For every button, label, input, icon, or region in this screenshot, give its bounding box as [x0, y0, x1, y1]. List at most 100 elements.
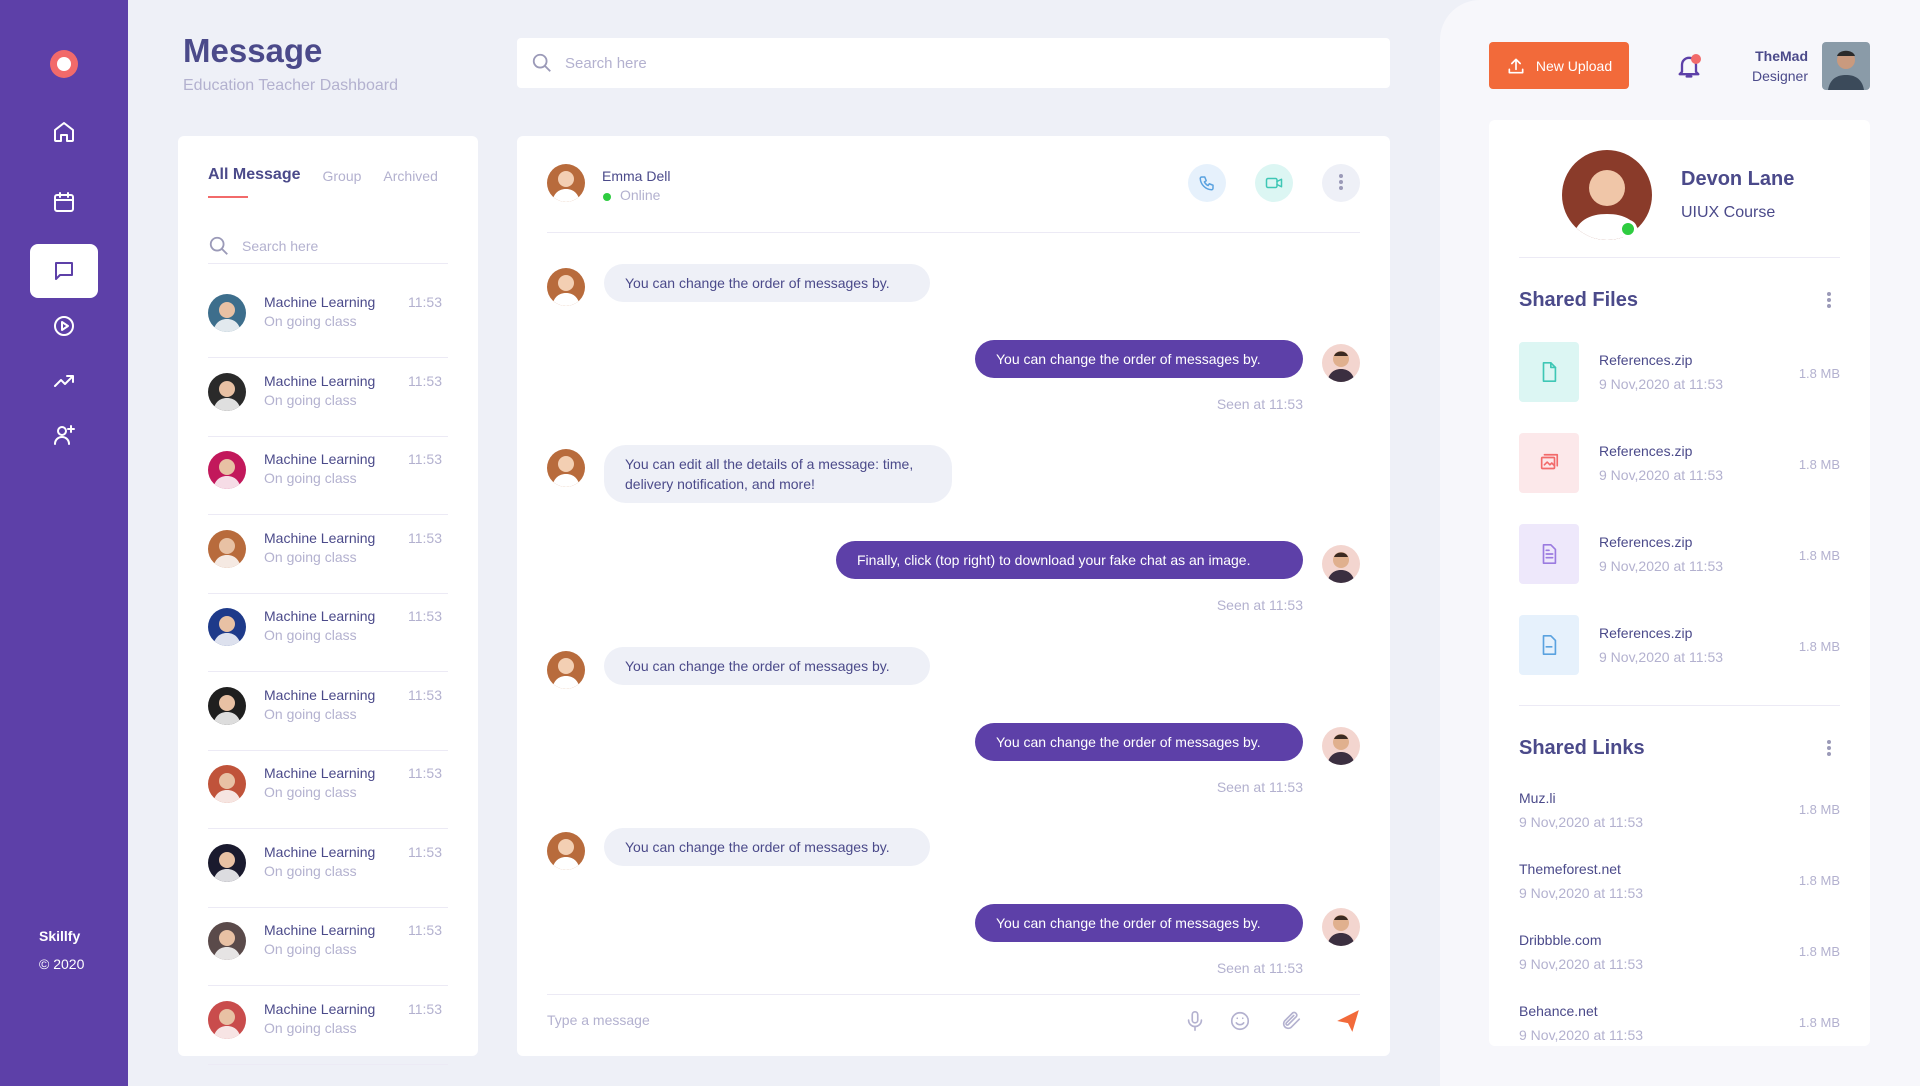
conversation-list: All Message Group Archived Machine Learn… — [178, 136, 478, 1065]
profile-course: UIUX Course — [1681, 204, 1776, 221]
conversation-item[interactable]: Machine Learning On going class 11:53 — [208, 673, 448, 751]
notification-button[interactable] — [1675, 52, 1703, 80]
conversation-item[interactable]: Machine Learning On going class 11:53 — [208, 437, 448, 515]
conversation-time: 11:53 — [408, 451, 442, 467]
tab-group[interactable]: Group — [322, 168, 361, 184]
shared-file-item[interactable]: References.zip 9 Nov,2020 at 11:53 1.8 MB — [1519, 524, 1840, 584]
incoming-message: You can edit all the details of a messag… — [604, 445, 952, 503]
top-search-bar[interactable] — [517, 38, 1390, 88]
shared-link-item[interactable]: Muz.li 9 Nov,2020 at 11:53 1.8 MB — [1519, 790, 1840, 840]
microphone-button[interactable] — [1184, 1010, 1206, 1032]
outgoing-message: You can change the order of messages by. — [975, 904, 1303, 942]
copyright: © 2020 — [39, 956, 85, 972]
nav-message[interactable] — [30, 244, 98, 298]
user-role: Designer — [1751, 68, 1808, 84]
conversation-avatar — [208, 294, 246, 332]
send-button[interactable] — [1335, 1008, 1361, 1034]
conversation-status: On going class — [264, 1019, 357, 1036]
conversation-avatar — [208, 922, 246, 960]
shared-links-more-icon[interactable] — [1826, 738, 1832, 760]
conversation-time: 11:53 — [408, 686, 442, 703]
page-subtitle: Education Teacher Dashboard — [183, 77, 398, 94]
seen-timestamp: Seen at 11:53 — [1216, 396, 1303, 412]
shared-link-item[interactable]: Themeforest.net 9 Nov,2020 at 11:53 1.8 MB — [1519, 861, 1840, 911]
seen-timestamp: Seen at 11:53 — [1216, 597, 1303, 613]
online-indicator — [603, 193, 611, 201]
conversation-name: Machine Learning — [264, 372, 376, 389]
nav-play[interactable] — [30, 299, 98, 353]
conversation-avatar — [208, 372, 246, 411]
call-button[interactable] — [1188, 164, 1226, 202]
conversation-status: On going class — [264, 862, 357, 879]
my-avatar — [1322, 344, 1360, 382]
emoji-button[interactable] — [1229, 1010, 1251, 1032]
shared-files-title: Shared Files — [1519, 289, 1638, 311]
conversation-item[interactable]: Machine Learning On going class 11:53 — [208, 987, 448, 1065]
contact-status: Online — [620, 187, 661, 203]
conversation-name: Machine Learning — [264, 608, 376, 624]
conversation-item[interactable]: Machine Learning On going class 11:53 — [208, 359, 448, 437]
file-thumbnail — [1519, 524, 1579, 584]
tab-all-message[interactable]: All Message — [208, 166, 300, 198]
outgoing-message: Finally, click (top right) to download y… — [836, 541, 1303, 579]
link-size: 1.8 MB — [1798, 802, 1840, 817]
top-search-input[interactable] — [565, 54, 1165, 72]
profile-card: Devon Lane UIUX Course Shared Files Refe… — [1489, 120, 1870, 1046]
conversation-item[interactable]: Machine Learning On going class 11:53 — [208, 280, 448, 358]
shared-link-item[interactable]: Dribbble.com 9 Nov,2020 at 11:53 1.8 MB — [1519, 932, 1840, 982]
video-call-button[interactable] — [1255, 164, 1293, 202]
home-icon — [54, 122, 74, 142]
conversation-search[interactable] — [208, 228, 448, 264]
link-date: 9 Nov,2020 at 11:53 — [1519, 885, 1644, 901]
conversation-item[interactable]: Machine Learning On going class 11:53 — [208, 751, 448, 829]
send-icon — [1337, 1010, 1359, 1032]
phone-icon — [1199, 176, 1214, 191]
conversation-name: Machine Learning — [264, 451, 376, 467]
online-indicator — [1619, 220, 1637, 238]
my-avatar — [1322, 908, 1360, 946]
nav-home[interactable] — [30, 105, 98, 159]
file-date: 9 Nov,2020 at 11:53 — [1599, 649, 1724, 665]
play-icon — [54, 316, 74, 336]
conversation-search-input[interactable] — [242, 237, 422, 254]
conversation-item[interactable]: Machine Learning On going class 11:53 — [208, 594, 448, 672]
conversation-item[interactable]: Machine Learning On going class 11:53 — [208, 908, 448, 986]
shared-files-more-icon[interactable] — [1826, 290, 1832, 312]
shared-file-item[interactable]: References.zip 9 Nov,2020 at 11:53 1.8 MB — [1519, 615, 1840, 675]
document-icon — [1542, 544, 1557, 564]
more-options-button[interactable] — [1322, 164, 1360, 202]
link-name: Behance.net — [1519, 1003, 1598, 1019]
attachment-button[interactable] — [1280, 1010, 1302, 1032]
message-input[interactable] — [547, 1012, 1107, 1028]
microphone-icon — [1187, 1011, 1203, 1031]
file-name: References.zip — [1599, 352, 1693, 368]
conversation-status: On going class — [264, 313, 357, 329]
new-upload-button[interactable]: New Upload — [1489, 42, 1629, 89]
shared-link-item[interactable]: Behance.net 9 Nov,2020 at 11:53 1.8 MB — [1519, 1003, 1840, 1046]
notification-badge — [1691, 54, 1701, 64]
shared-file-item[interactable]: References.zip 9 Nov,2020 at 11:53 1.8 MB — [1519, 433, 1840, 493]
conversation-time: 11:53 — [408, 843, 442, 860]
conversation-item[interactable]: Machine Learning On going class 11:53 — [208, 516, 448, 594]
upload-icon — [1508, 58, 1524, 73]
file-thumbnail — [1519, 342, 1579, 402]
divider — [547, 994, 1360, 995]
contact-avatar — [547, 268, 585, 306]
my-avatar — [1322, 545, 1360, 583]
tab-archived[interactable]: Archived — [383, 168, 437, 184]
conversation-avatar — [208, 529, 246, 568]
nav-trending[interactable] — [30, 354, 98, 408]
conversation-item[interactable]: Machine Learning On going class 11:53 — [208, 830, 448, 908]
file-thumbnail — [1519, 433, 1579, 493]
file-icon — [1542, 362, 1557, 382]
nav-user-add[interactable] — [30, 408, 98, 462]
logo-icon[interactable] — [50, 50, 78, 78]
nav-calendar[interactable] — [30, 175, 98, 229]
message-icon — [55, 262, 73, 280]
file-size: 1.8 MB — [1798, 366, 1840, 381]
user-avatar[interactable] — [1822, 42, 1870, 90]
shared-file-item[interactable]: References.zip 9 Nov,2020 at 11:53 1.8 MB — [1519, 342, 1840, 402]
file-thumbnail — [1519, 615, 1579, 675]
link-size: 1.8 MB — [1798, 1015, 1840, 1030]
conversation-time: 11:53 — [408, 372, 442, 389]
